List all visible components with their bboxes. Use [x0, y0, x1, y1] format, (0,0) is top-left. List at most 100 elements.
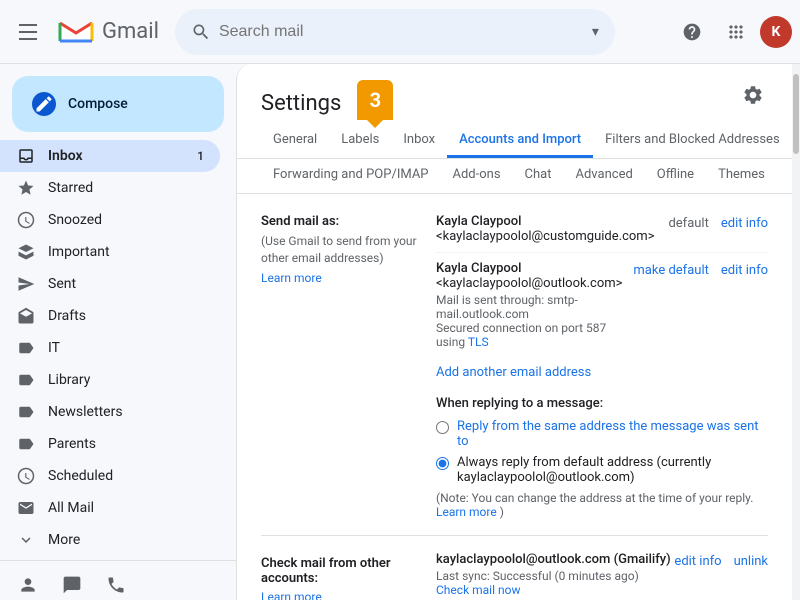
tab-forwarding[interactable]: Forwarding and POP/IMAP: [261, 159, 441, 193]
tab-inbox[interactable]: Inbox: [391, 124, 447, 158]
check-account-info: kaylaclaypoolol@outlook.com (Gmailify) L…: [436, 552, 674, 597]
tab-filters[interactable]: Filters and Blocked Addresses: [593, 124, 792, 158]
tab-advanced[interactable]: Advanced: [564, 159, 645, 193]
sidebar-inbox-count: 1: [197, 149, 204, 163]
sidebar-newsletters-label: Newsletters: [48, 404, 123, 420]
compose-label: Compose: [68, 96, 128, 112]
tab-accounts[interactable]: Accounts and Import: [447, 124, 593, 158]
phone-icon[interactable]: [104, 573, 128, 597]
account-2-actions: make default edit info: [633, 261, 768, 278]
account-2-tls-link[interactable]: TLS: [468, 335, 489, 349]
scheduled-icon: [16, 466, 36, 486]
reply-note-area: (Note: You can change the address at the…: [436, 491, 768, 519]
account-2-edit-link[interactable]: edit info: [721, 263, 768, 278]
important-icon: [16, 242, 36, 262]
send-mail-label-area: Send mail as: (Use Gmail to send from yo…: [261, 210, 436, 519]
sync-status-text: Last sync: Successful (0 minutes ago): [436, 569, 639, 583]
tab-labels[interactable]: Labels: [329, 124, 391, 158]
tab-themes[interactable]: Themes: [706, 159, 777, 193]
search-input[interactable]: [219, 23, 584, 41]
sidebar-item-newsletters[interactable]: Newsletters: [0, 396, 220, 428]
sidebar-item-library[interactable]: Library: [0, 364, 220, 396]
add-email-link[interactable]: Add another email address: [436, 365, 768, 380]
check-account-unlink-link[interactable]: unlink: [734, 554, 768, 569]
tab-chat[interactable]: Chat: [513, 159, 564, 193]
menu-icon[interactable]: [8, 12, 48, 52]
send-mail-learn-more[interactable]: Learn more: [261, 271, 436, 285]
sidebar-item-inbox[interactable]: Inbox 1: [0, 140, 220, 172]
settings-header-row: Settings 3: [237, 64, 792, 116]
search-bar[interactable]: ▾: [175, 9, 615, 55]
drafts-icon: [16, 306, 36, 326]
account-2-header: Kayla Claypool <kaylaclaypoolol@outlook.…: [436, 261, 768, 349]
account-1-edit-link[interactable]: edit info: [721, 216, 768, 231]
header: Gmail ▾ K: [0, 0, 800, 64]
sidebar-item-important[interactable]: Important: [0, 236, 220, 268]
reply-default-radio[interactable]: [436, 457, 449, 470]
account-row-2: Kayla Claypool <kaylaclaypoolol@outlook.…: [436, 253, 768, 357]
avatar[interactable]: K: [760, 16, 792, 48]
snoozed-icon: [16, 210, 36, 230]
contacts-icon[interactable]: [16, 573, 40, 597]
account-2-detail3-area: using TLS: [436, 335, 633, 349]
settings-tabs-row1: General Labels Inbox Accounts and Import…: [237, 124, 792, 159]
compose-button[interactable]: Compose: [12, 76, 224, 132]
sidebar-item-allmail[interactable]: All Mail: [0, 492, 220, 524]
check-now-link[interactable]: Check mail now: [436, 583, 520, 597]
sidebar-item-parents[interactable]: Parents: [0, 428, 220, 460]
account-2-detail1: Mail is sent through: smtp-mail.outlook.…: [436, 293, 633, 321]
check-mail-section: Check mail from other accounts: Learn mo…: [261, 536, 768, 600]
sidebar-item-sent[interactable]: Sent: [0, 268, 220, 300]
check-account-sync: Last sync: Successful (0 minutes ago) Ch…: [436, 569, 674, 597]
sidebar-item-more[interactable]: More: [0, 524, 220, 556]
send-mail-accounts: Kayla Claypool <kaylaclaypoolol@customgu…: [436, 210, 768, 519]
sidebar-footer: [0, 560, 236, 600]
reply-note-end: ): [500, 505, 504, 519]
apps-button[interactable]: [716, 12, 756, 52]
sent-icon: [16, 274, 36, 294]
reply-same-radio[interactable]: [436, 421, 449, 434]
reply-learn-more-link[interactable]: Learn more: [436, 505, 497, 519]
reply-default-label[interactable]: Always reply from default address (curre…: [457, 455, 768, 485]
chat-icon[interactable]: [60, 573, 84, 597]
sidebar-item-starred[interactable]: Starred: [0, 172, 220, 204]
check-mail-accounts: kaylaclaypoolol@outlook.com (Gmailify) L…: [436, 552, 768, 600]
scrollbar-track[interactable]: [792, 64, 800, 600]
check-account-actions: edit info unlink: [674, 552, 768, 569]
sidebar-more-label: More: [48, 532, 80, 548]
reply-note-text: (Note: You can change the address at the…: [436, 491, 753, 505]
account-2-detail2: Secured connection on port 587: [436, 321, 633, 335]
sidebar-item-it[interactable]: IT: [0, 332, 220, 364]
account-1-name: Kayla Claypool: [436, 214, 655, 229]
reply-same-label[interactable]: Reply from the same address the message …: [457, 419, 768, 449]
sidebar-allmail-label: All Mail: [48, 500, 94, 516]
tab-offline[interactable]: Offline: [645, 159, 706, 193]
account-row-1: Kayla Claypool <kaylaclaypoolol@customgu…: [436, 210, 768, 253]
tab-general[interactable]: General: [261, 124, 329, 158]
tab-addons[interactable]: Add-ons: [441, 159, 513, 193]
search-icon: [191, 22, 211, 42]
sidebar-item-scheduled[interactable]: Scheduled: [0, 460, 220, 492]
sidebar-important-label: Important: [48, 244, 110, 260]
sidebar-scheduled-label: Scheduled: [48, 468, 113, 484]
main-layout: Compose Inbox 1 Starred Snoozed: [0, 64, 800, 600]
send-mail-sublabel: (Use Gmail to send from your other email…: [261, 233, 436, 267]
more-icon: [16, 530, 36, 550]
check-account-edit-link[interactable]: edit info: [674, 554, 721, 569]
sidebar-snoozed-label: Snoozed: [48, 212, 102, 228]
sidebar-item-drafts[interactable]: Drafts: [0, 300, 220, 332]
parents-icon: [16, 434, 36, 454]
help-button[interactable]: [672, 12, 712, 52]
compose-plus-icon: [32, 92, 56, 116]
sidebar-item-snoozed[interactable]: Snoozed: [0, 204, 220, 236]
check-mail-learn-more[interactable]: Learn more: [261, 590, 436, 600]
account-2-make-default-link[interactable]: make default: [633, 263, 708, 278]
search-dropdown-icon[interactable]: ▾: [592, 24, 599, 40]
sidebar: Compose Inbox 1 Starred Snoozed: [0, 64, 236, 600]
check-mail-label-area: Check mail from other accounts: Learn mo…: [261, 552, 436, 600]
account-1-actions: default edit info: [668, 214, 768, 231]
scrollbar-thumb[interactable]: [793, 74, 799, 154]
sidebar-it-label: IT: [48, 340, 60, 356]
settings-gear-button[interactable]: [738, 80, 768, 116]
header-right: K: [672, 12, 792, 52]
